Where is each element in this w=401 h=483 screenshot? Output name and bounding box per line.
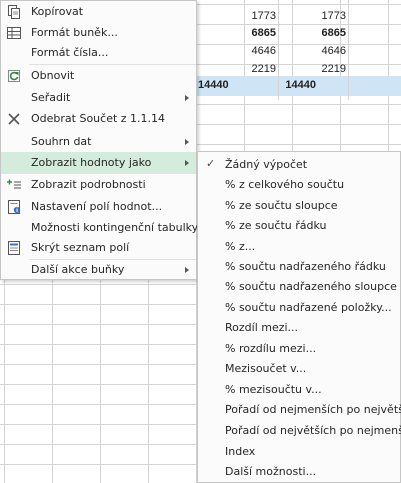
show-values-as-submenu: ✓ Žádný výpočet % z celkového součtu % z…	[197, 151, 401, 483]
menu-item-more-cell-actions[interactable]: Další akce buňky	[1, 259, 196, 281]
menu-item-pivot-options[interactable]: Možnosti kontingenční tabulky...	[1, 217, 207, 239]
menu-item-value-field-settings[interactable]: Nastavení polí hodnot...	[1, 196, 196, 218]
menu-item-label: Skrýt seznam polí	[31, 241, 130, 254]
menu-item-label: Nastavení polí hodnot...	[31, 200, 163, 213]
context-menu: Kopírovat Formát buněk... Formát čísla..…	[0, 0, 207, 281]
menu-item-copy[interactable]: Kopírovat	[1, 1, 196, 23]
submenu-item-label: % ze součtu řádku	[225, 219, 327, 232]
cell-value[interactable]: 6865	[276, 27, 346, 39]
format-cells-icon	[6, 25, 22, 41]
field-list-icon	[6, 240, 22, 256]
menu-item-label: Možnosti kontingenční tabulky...	[31, 221, 208, 234]
submenu-item-label: Pořadí od nejmenších po největší...	[225, 403, 401, 416]
cell-value[interactable]: 3002	[196, 0, 276, 1]
menu-item-label: Obnovit	[31, 69, 75, 82]
cell-value[interactable]: 2219	[276, 63, 346, 75]
menu-item-remove-total[interactable]: Odebrat Součet z 1.1.14	[1, 108, 196, 130]
submenu-item-label: % mezisoučtu v...	[225, 383, 322, 396]
submenu-item-running-total[interactable]: Mezisoučet v...	[198, 359, 400, 379]
submenu-item-label: % ze součtu sloupce	[225, 199, 338, 212]
menu-item-sort[interactable]: Seřadit	[1, 87, 196, 109]
menu-item-refresh[interactable]: Obnovit	[1, 65, 196, 87]
menu-item-label: Souhrn dat	[31, 135, 92, 148]
submenu-item-label: Mezisoučet v...	[225, 362, 307, 375]
menu-item-hide-field-list[interactable]: Skrýt seznam polí	[1, 237, 196, 259]
submenu-item-label: % součtu nadřazeného sloupce	[225, 280, 397, 293]
submenu-item-label: % součtu nadřazené položky...	[225, 301, 392, 314]
submenu-item-difference-from[interactable]: Rozdíl mezi...	[198, 318, 400, 338]
cell-value[interactable]: 2219	[196, 63, 276, 75]
submenu-item-label: Žádný výpočet	[225, 158, 308, 171]
column-divider	[348, 0, 349, 100]
refresh-icon	[6, 68, 22, 84]
submenu-item-label: Pořadí od největších po nejmenší...	[225, 424, 401, 437]
cell-value[interactable]: 1773	[196, 10, 276, 22]
cell-value[interactable]: 6865	[196, 27, 276, 39]
submenu-arrow-icon	[185, 95, 189, 101]
table-row[interactable]: 3002 3002	[196, 0, 401, 6]
checkmark-icon: ✓	[206, 157, 216, 170]
cell-value[interactable]: 14440	[266, 79, 316, 91]
submenu-arrow-icon	[185, 139, 189, 145]
submenu-arrow-icon	[185, 160, 189, 166]
menu-item-summarize-by[interactable]: Souhrn dat	[1, 131, 196, 153]
submenu-item-more-options[interactable]: Další možnosti...	[198, 462, 400, 482]
submenu-item-label: % součtu nadřazeného řádku	[225, 260, 386, 273]
menu-item-show-values-as[interactable]: Zobrazit hodnoty jako	[1, 152, 196, 174]
remove-x-icon	[6, 111, 22, 127]
cell-value[interactable]: 4646	[276, 45, 346, 57]
submenu-item-label: % z...	[225, 240, 256, 253]
submenu-item-rank-smallest-largest[interactable]: Pořadí od nejmenších po největší...	[198, 400, 401, 420]
submenu-item-no-calculation[interactable]: ✓ Žádný výpočet	[198, 155, 400, 175]
cell-value[interactable]: 14440	[198, 79, 229, 91]
submenu-item-pct-parent-column[interactable]: % součtu nadřazeného sloupce	[198, 277, 400, 297]
menu-item-label: Formát buněk...	[31, 26, 118, 39]
submenu-item-label: Další možnosti...	[225, 465, 317, 478]
submenu-item-label: Rozdíl mezi...	[225, 321, 299, 334]
cell-value[interactable]: 1773	[276, 10, 346, 22]
menu-item-label: Další akce buňky	[31, 263, 125, 276]
menu-item-label: Seřadit	[31, 91, 71, 104]
table-row[interactable]: 6865 6865	[196, 24, 401, 44]
menu-item-label: Zobrazit hodnoty jako	[31, 156, 152, 169]
table-row[interactable]: 4646 4646	[196, 42, 401, 62]
table-row[interactable]: 14440 14440	[196, 76, 401, 96]
submenu-item-label: % rozdílu mezi...	[225, 342, 317, 355]
menu-item-label: Kopírovat	[31, 5, 84, 18]
submenu-item-pct-column-total[interactable]: % ze součtu sloupce	[198, 196, 400, 216]
submenu-item-pct-grand-total[interactable]: % z celkového součtu	[198, 175, 400, 195]
field-settings-icon	[6, 199, 22, 215]
show-details-icon	[6, 177, 22, 193]
column-divider	[278, 0, 279, 100]
submenu-item-pct-row-total[interactable]: % ze součtu řádku	[198, 216, 400, 236]
submenu-item-label: Index	[225, 445, 256, 458]
submenu-item-pct-of[interactable]: % z...	[198, 237, 400, 257]
submenu-item-label: % z celkového součtu	[225, 178, 345, 191]
cell-value[interactable]: 4646	[196, 45, 276, 57]
submenu-item-pct-running-total[interactable]: % mezisoučtu v...	[198, 380, 400, 400]
submenu-item-pct-parent-item[interactable]: % součtu nadřazené položky...	[198, 298, 400, 318]
menu-item-label: Odebrat Součet z 1.1.14	[31, 112, 166, 125]
menu-item-number-format[interactable]: Formát čísla...	[1, 42, 196, 64]
cell-value[interactable]: 3002	[276, 0, 346, 1]
copy-icon	[6, 4, 22, 20]
submenu-item-rank-largest-smallest[interactable]: Pořadí od největších po nejmenší...	[198, 421, 401, 441]
submenu-item-pct-difference-from[interactable]: % rozdílu mezi...	[198, 339, 400, 359]
submenu-arrow-icon	[185, 267, 189, 273]
submenu-item-index[interactable]: Index	[198, 442, 400, 462]
menu-item-show-details[interactable]: Zobrazit podrobnosti	[1, 174, 196, 196]
submenu-item-pct-parent-row[interactable]: % součtu nadřazeného řádku	[198, 257, 400, 277]
menu-item-label: Zobrazit podrobnosti	[31, 178, 146, 191]
menu-item-label: Formát čísla...	[31, 46, 109, 59]
menu-item-format-cells[interactable]: Formát buněk...	[1, 22, 196, 44]
